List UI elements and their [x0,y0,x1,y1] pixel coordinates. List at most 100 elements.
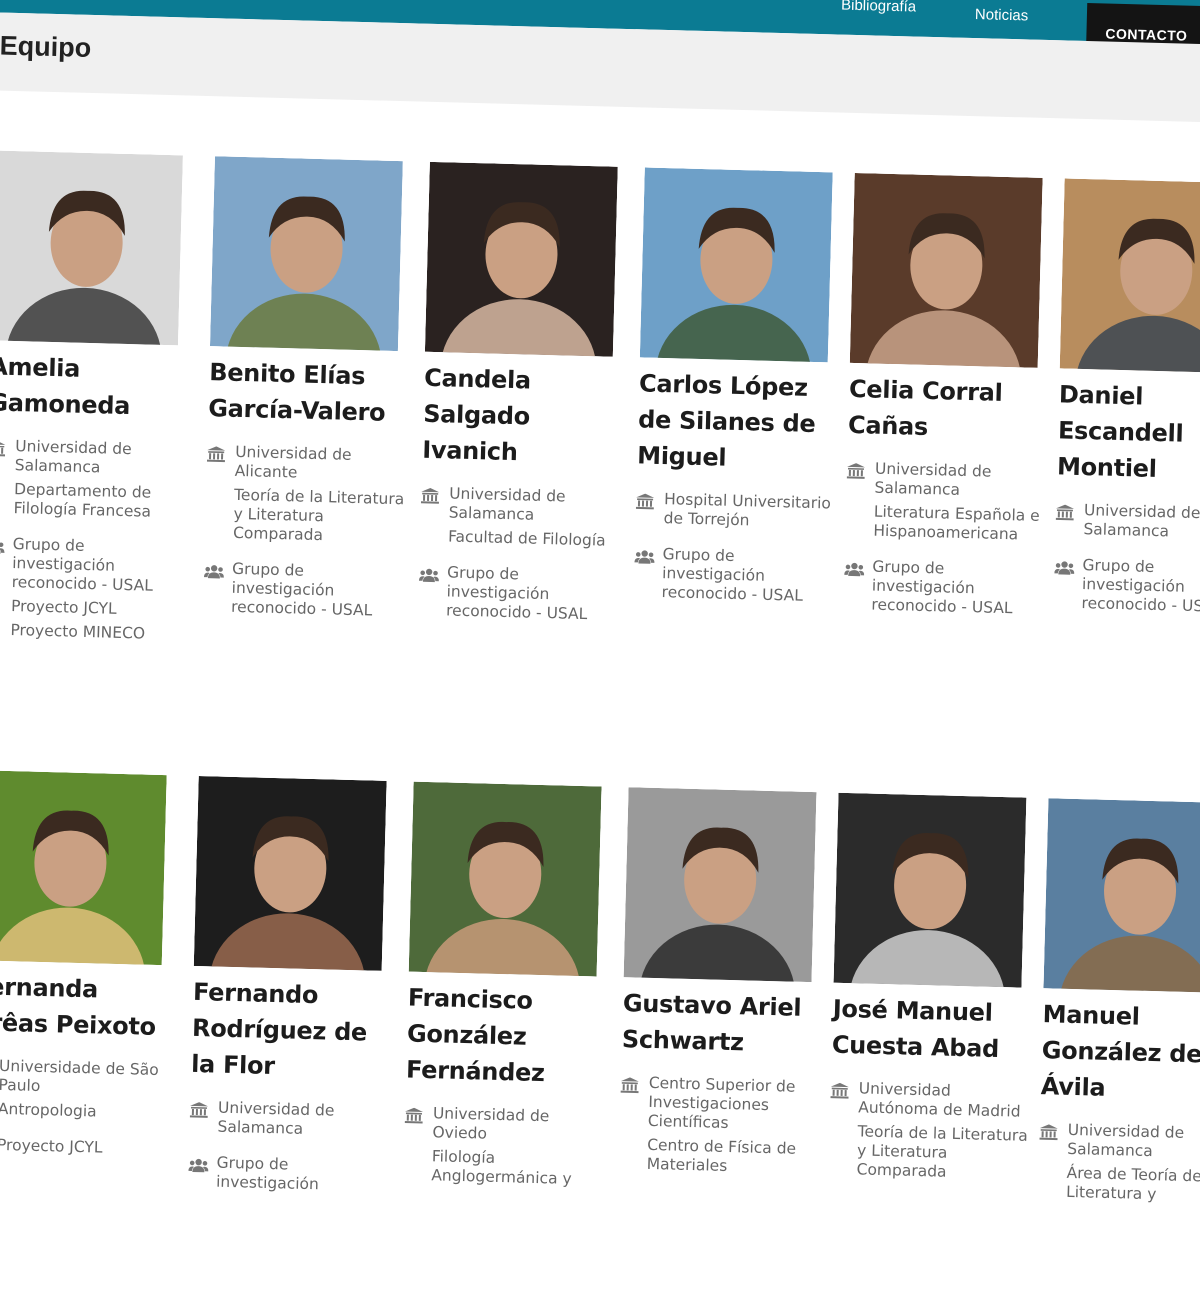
member-card-fernanda-areas-peixoto[interactable]: Fernanda Arêas Peixoto Universidade de Sã… [0,770,179,1177]
member-institution: Universidad de Alicante Teoría de la Lite… [205,442,408,552]
member-institution-line: Filología Anglogermánica y [431,1147,572,1188]
member-card-manuel-gonzalez-de-avila[interactable]: Manuel González de Ávila Universidad de S… [1037,798,1200,1223]
member-card-benito-elias-garcia-valero[interactable]: Benito Elías García-Valero Universidad de… [202,156,414,638]
institution-icon [635,493,656,533]
member-groups: Grupo de investigación [188,1153,389,1201]
member-institution: Universidad de Salamanca [1055,500,1200,548]
member-institution-line: Literatura Española e Hispanoamericana [873,502,1040,544]
member-name[interactable]: Fernando Rodríguez de la Flor [191,974,394,1087]
member-institution: Universidad de Salamanca Departamento de … [0,436,187,527]
member-institution-line: Universidad de Salamanca [874,459,992,499]
member-card-jose-manuel-cuesta-abad[interactable]: José Manuel Cuesta Abad Universidad Autón… [828,792,1038,1201]
member-photo[interactable] [0,150,183,346]
member-photo[interactable] [408,781,602,977]
member-card-carlos-lopez-de-silanes-de-miguel[interactable]: Carlos López de Silanes de Miguel Hospita… [633,167,845,623]
member-groups-line: Proyecto JCYL [10,597,117,618]
member-photo[interactable] [1059,178,1200,374]
member-name[interactable]: Carlos López de Silanes de Miguel [637,365,840,478]
member-institution: Universidad de Salamanca Literatura Españ… [845,459,1047,550]
member-name[interactable]: Daniel Escandell Montiel [1057,376,1200,489]
member-name[interactable]: Benito Elías García-Valero [208,354,410,431]
member-name[interactable]: Celia Corral Cañas [848,371,1050,448]
member-card-gustavo-ariel-schwartz[interactable]: Gustavo Ariel Schwartz Centro Superior de… [618,787,828,1195]
member-name[interactable]: Francisco González Fernández [406,980,609,1093]
member-institution-line: Facultad de Filología [447,527,606,550]
member-institution-line: Universidad de Alicante [234,442,352,482]
member-name[interactable]: Gustavo Ariel Schwartz [621,985,823,1062]
member-institution: Universidad de Salamanca Facultad de Filo… [420,484,622,556]
member-institution-line: Antropologia [0,1099,97,1121]
member-groups-line: Proyecto MINECO [10,621,146,643]
group-icon [1053,559,1075,618]
member-name[interactable]: Amelia Gamoneda [0,348,190,425]
member-institution-line: Universidade de São Paulo [0,1056,159,1095]
member-groups-line: Grupo de investigación reconocido - USAL [1081,556,1200,616]
member-institution: Universidad de Salamanca [189,1098,390,1146]
member-institution-line: Departamento de Filología Francesa [13,480,152,521]
page: Bibliografía Noticias CONTACTO Equipo Am… [0,0,1200,1293]
member-card-candela-salgado-ivanich[interactable]: Candela Salgado Ivanich Universidad de Sa… [417,161,629,642]
member-card-francisco-gonzalez-fernandez[interactable]: Francisco González Fernández Universidad … [403,781,614,1207]
group-icon [203,563,225,622]
group-icon [418,567,440,626]
member-institution: Centro Superior de Investigaciones Cient… [618,1073,821,1183]
institution-icon [403,1107,425,1190]
member-card-celia-corral-canas[interactable]: Celia Corral Cañas Universidad de Salaman… [843,172,1055,636]
member-photo[interactable] [193,776,387,971]
nav-link-noticias[interactable]: Noticias [975,6,1029,24]
institution-icon [189,1102,210,1142]
member-groups: Grupo de investigación reconocido - USAL [843,557,1045,624]
member-name[interactable]: José Manuel Cuesta Abad [831,991,1033,1068]
member-photo[interactable] [209,156,403,352]
member-institution: Universidad de Oviedo Filología Anglogerm… [403,1104,605,1195]
member-photo[interactable] [0,770,167,966]
member-photo[interactable] [639,167,833,363]
nav-link-bibliografia[interactable]: Bibliografía [841,0,916,16]
member-groups-line: Grupo de investigación reconocido - USAL [445,563,588,624]
group-icon [843,561,865,620]
institution-icon [205,446,228,547]
member-groups: Grupo de investigación reconocido - USAL [203,559,405,626]
member-name[interactable]: Manuel González de Ávila [1040,996,1200,1109]
member-institution-line: Centro Superior de Investigaciones Cient… [647,1073,796,1132]
group-icon [633,548,655,607]
institution-icon [828,1082,851,1184]
member-institution: Hospital Universitario de Torrejón [635,489,836,537]
member-institution-line: Teoría de la Literatura y Literatura Com… [232,485,405,545]
member-groups-line: Grupo de investigación reconocido - USAL [661,545,804,605]
member-institution: Universidad Autónoma de Madrid Teoría de … [828,1079,1031,1189]
member-institution-line: Universidad de Salamanca [448,484,566,524]
member-institution-line: Teoría de la Literatura y Literatura Com… [856,1122,1029,1181]
member-institution: Universidade de São Paulo Antropologia [0,1056,171,1128]
member-groups: Grupo de investigación reconocido - USAL… [0,534,185,649]
member-groups-line: Grupo de investigación [215,1153,320,1194]
member-photo[interactable] [623,787,817,983]
member-institution-line: Universidad de Salamanca [1083,501,1200,541]
member-name[interactable]: Fernanda Arêas Peixoto [0,968,174,1045]
member-groups-line: Grupo de investigación reconocido - USAL [11,535,154,595]
member-institution-line: Universidad de Salamanca [217,1098,335,1138]
institution-icon [618,1077,641,1178]
member-groups-line: Proyecto JCYL [0,1135,103,1157]
member-card-daniel-escandell-montiel[interactable]: Daniel Escandell Montiel Universidad de S… [1053,178,1200,634]
member-institution-line: Universidad de Salamanca [14,437,132,477]
member-institution: Universidad de Salamanca Área de Teoría d… [1038,1120,1200,1211]
member-institution-line: Universidad de Salamanca [1067,1120,1185,1161]
member-card-amelia-gamoneda[interactable]: Amelia Gamoneda Universidad de Salamanca D… [0,150,195,661]
member-photo[interactable] [424,161,618,357]
institution-icon [1055,504,1076,544]
group-icon [0,538,5,644]
member-photo[interactable] [849,172,1043,368]
member-groups: Proyecto JCYL [0,1135,169,1165]
institution-icon [1038,1124,1060,1206]
member-card-fernando-rodriguez-de-la-flor[interactable]: Fernando Rodríguez de la Flor Universidad… [187,776,398,1213]
member-photo[interactable] [1043,798,1200,994]
member-groups-line: Grupo de investigación reconocido - USAL [230,559,373,620]
institution-icon [0,440,7,522]
group-icon [188,1157,209,1197]
member-groups: Grupo de investigación reconocido - USAL [633,544,835,611]
member-photo[interactable] [833,792,1027,988]
member-institution-line: Centro de Física de Materiales [646,1135,797,1175]
member-groups: Grupo de investigación reconocido - USAL [1053,555,1200,622]
member-name[interactable]: Candela Salgado Ivanich [422,360,625,473]
